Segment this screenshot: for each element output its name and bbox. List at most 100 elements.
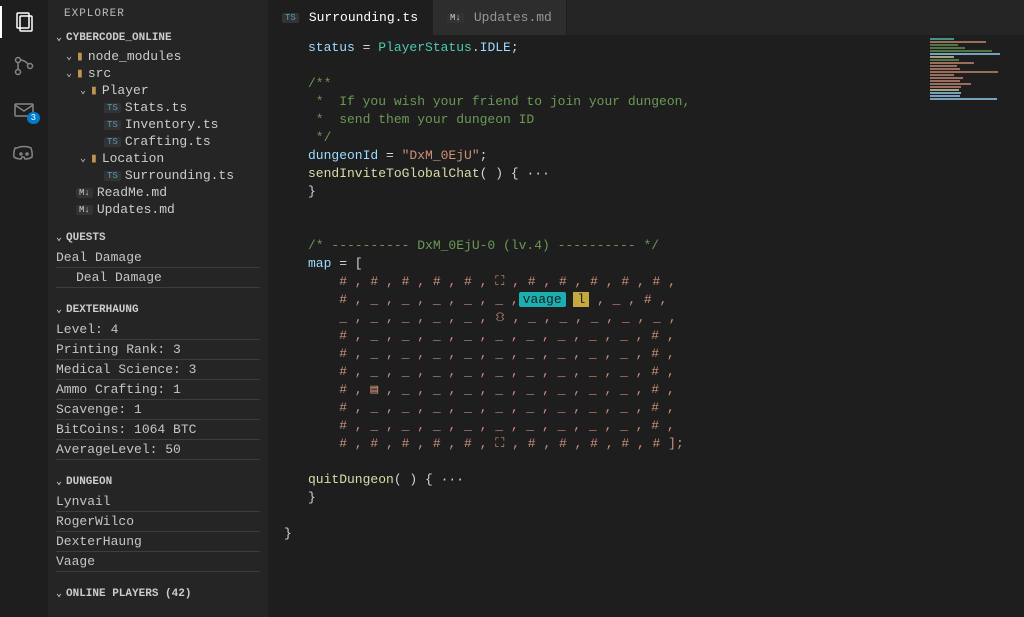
file-surrounding[interactable]: TS Surrounding.ts (48, 167, 268, 184)
code-token: ; (511, 40, 519, 55)
file-inventory[interactable]: TS Inventory.ts (48, 116, 268, 133)
chevron-down-icon: ⌄ (52, 304, 66, 316)
code-token: quitDungeon (308, 472, 394, 487)
code-token: = (378, 148, 401, 163)
code-comment: * send them your dungeon ID (308, 112, 534, 127)
code-token: = (355, 40, 378, 55)
file-stats[interactable]: TS Stats.ts (48, 99, 268, 116)
ts-badge-icon: TS (104, 120, 121, 130)
chevron-down-icon: ⌄ (76, 153, 90, 165)
map-row: # , _ , _ , _ , _ , _ , _ , _ , _ , _ , … (308, 400, 675, 415)
md-badge-icon: M↓ (447, 13, 464, 23)
code-comment: * If you wish your friend to join your d… (308, 94, 690, 109)
section-label: DEXTERHAUNG (66, 304, 139, 316)
file-updates[interactable]: M↓ Updates.md (48, 201, 268, 218)
folder-label: Player (102, 83, 149, 98)
quest-main[interactable]: Deal Damage (56, 248, 260, 268)
project-header[interactable]: ⌄CYBERCODE_ONLINE (48, 30, 268, 46)
stat-bitcoins[interactable]: BitCoins: 1064 BTC (56, 420, 260, 440)
ts-badge-icon: TS (282, 13, 299, 23)
player-cursor: l (573, 292, 589, 307)
quests-header[interactable]: ⌄QUESTS (48, 230, 268, 246)
md-badge-icon: M↓ (76, 188, 93, 198)
section-label: DUNGEON (66, 476, 112, 488)
folder-node-modules[interactable]: ⌄▮node_modules (48, 48, 268, 65)
code-editor[interactable]: status = PlayerStatus.IDLE; /** * If you… (268, 35, 1024, 617)
chevron-down-icon: ⌄ (52, 476, 66, 488)
file-label: Crafting.ts (125, 134, 211, 149)
stat-scavenge[interactable]: Scavenge: 1 (56, 400, 260, 420)
section-dungeon: ⌄DUNGEON Lynvail RogerWilco DexterHaung … (48, 472, 268, 584)
chevron-down-icon: ⌄ (76, 85, 90, 97)
project-name: CYBERCODE_ONLINE (66, 32, 172, 44)
mail-badge: 3 (27, 112, 40, 124)
online-header[interactable]: ⌄ONLINE PLAYERS (42) (48, 586, 268, 602)
quest-sub[interactable]: Deal Damage (56, 268, 260, 288)
map-row: _ , _ , _ , _ , _ , ⛻ , _ , _ , _ , _ , … (308, 310, 677, 325)
source-control-icon[interactable] (12, 54, 36, 78)
chevron-down-icon: ⌄ (52, 588, 66, 600)
folder-src[interactable]: ⌄▮src (48, 65, 268, 82)
code-token: . (472, 40, 480, 55)
folder-label: Location (102, 151, 164, 166)
party-member[interactable]: Lynvail (56, 492, 260, 512)
player-header[interactable]: ⌄DEXTERHAUNG (48, 302, 268, 318)
party-member[interactable]: DexterHaung (56, 532, 260, 552)
party-member[interactable]: Vaage (56, 552, 260, 572)
code-token: ; (480, 148, 488, 163)
section-player: ⌄DEXTERHAUNG Level: 4 Printing Rank: 3 M… (48, 300, 268, 472)
md-badge-icon: M↓ (76, 205, 93, 215)
sidebar-title: EXPLORER (48, 0, 268, 28)
editor-tabs: TSSurrounding.ts M↓Updates.md (268, 0, 1024, 35)
code-token: ( ) { ··· (394, 472, 464, 487)
section-label: QUESTS (66, 232, 106, 244)
folder-icon: ▮ (76, 66, 84, 81)
stat-medical[interactable]: Medical Science: 3 (56, 360, 260, 380)
file-tree: ⌄▮node_modules ⌄▮src ⌄▮Player TSStats.ts… (48, 46, 268, 226)
file-label: Updates.md (97, 202, 175, 217)
tab-updates[interactable]: M↓Updates.md (433, 0, 567, 35)
folder-location[interactable]: ⌄▮Location (48, 150, 268, 167)
map-row: , _ , # , (589, 292, 667, 307)
stat-level[interactable]: Level: 4 (56, 320, 260, 340)
player-tag: vaage (519, 292, 566, 307)
file-label: Inventory.ts (125, 117, 219, 132)
stat-avglevel[interactable]: AverageLevel: 50 (56, 440, 260, 460)
file-readme[interactable]: M↓ReadMe.md (48, 184, 268, 201)
file-label: Stats.ts (125, 100, 187, 115)
editor-area: TSSurrounding.ts M↓Updates.md status = P… (268, 0, 1024, 617)
chevron-down-icon: ⌄ (62, 68, 76, 80)
folder-label: node_modules (88, 49, 182, 64)
mail-icon[interactable]: 3 (12, 98, 36, 122)
section-project: ⌄CYBERCODE_ONLINE ⌄▮node_modules ⌄▮src ⌄… (48, 28, 268, 228)
dungeon-header[interactable]: ⌄DUNGEON (48, 474, 268, 490)
code-token: IDLE (480, 40, 511, 55)
file-label: Surrounding.ts (125, 168, 234, 183)
code-token: status (308, 40, 355, 55)
code-comment: /** (308, 76, 331, 91)
stat-printing[interactable]: Printing Rank: 3 (56, 340, 260, 360)
map-row: # , _ , _ , _ , _ , _ , _ , _ , _ , _ , … (308, 418, 675, 433)
code-token: PlayerStatus (378, 40, 472, 55)
activity-bar: 3 (0, 0, 48, 617)
minimap[interactable] (930, 38, 1020, 178)
tab-surrounding[interactable]: TSSurrounding.ts (268, 0, 433, 35)
code-token: map (308, 256, 331, 271)
folder-player[interactable]: ⌄▮ Player (48, 82, 268, 99)
section-label: ONLINE PLAYERS (42) (66, 588, 191, 600)
section-quests: ⌄QUESTS Deal Damage Deal Damage (48, 228, 268, 300)
discord-icon[interactable] (12, 142, 36, 166)
stat-ammo[interactable]: Ammo Crafting: 1 (56, 380, 260, 400)
ts-badge-icon: TS (104, 171, 121, 181)
chevron-down-icon: ⌄ (52, 32, 66, 44)
ts-badge-icon: TS (104, 103, 121, 113)
files-icon[interactable] (12, 10, 36, 34)
party-member[interactable]: RogerWilco (56, 512, 260, 532)
chevron-down-icon: ⌄ (52, 232, 66, 244)
code-token: } (284, 526, 292, 541)
file-crafting[interactable]: TSCrafting.ts (48, 133, 268, 150)
map-row: # , _ , _ , _ , _ , _ , (308, 292, 519, 307)
folder-icon: ▮ (90, 83, 98, 98)
code-token: dungeonId (308, 148, 378, 163)
chevron-down-icon: ⌄ (62, 51, 76, 63)
